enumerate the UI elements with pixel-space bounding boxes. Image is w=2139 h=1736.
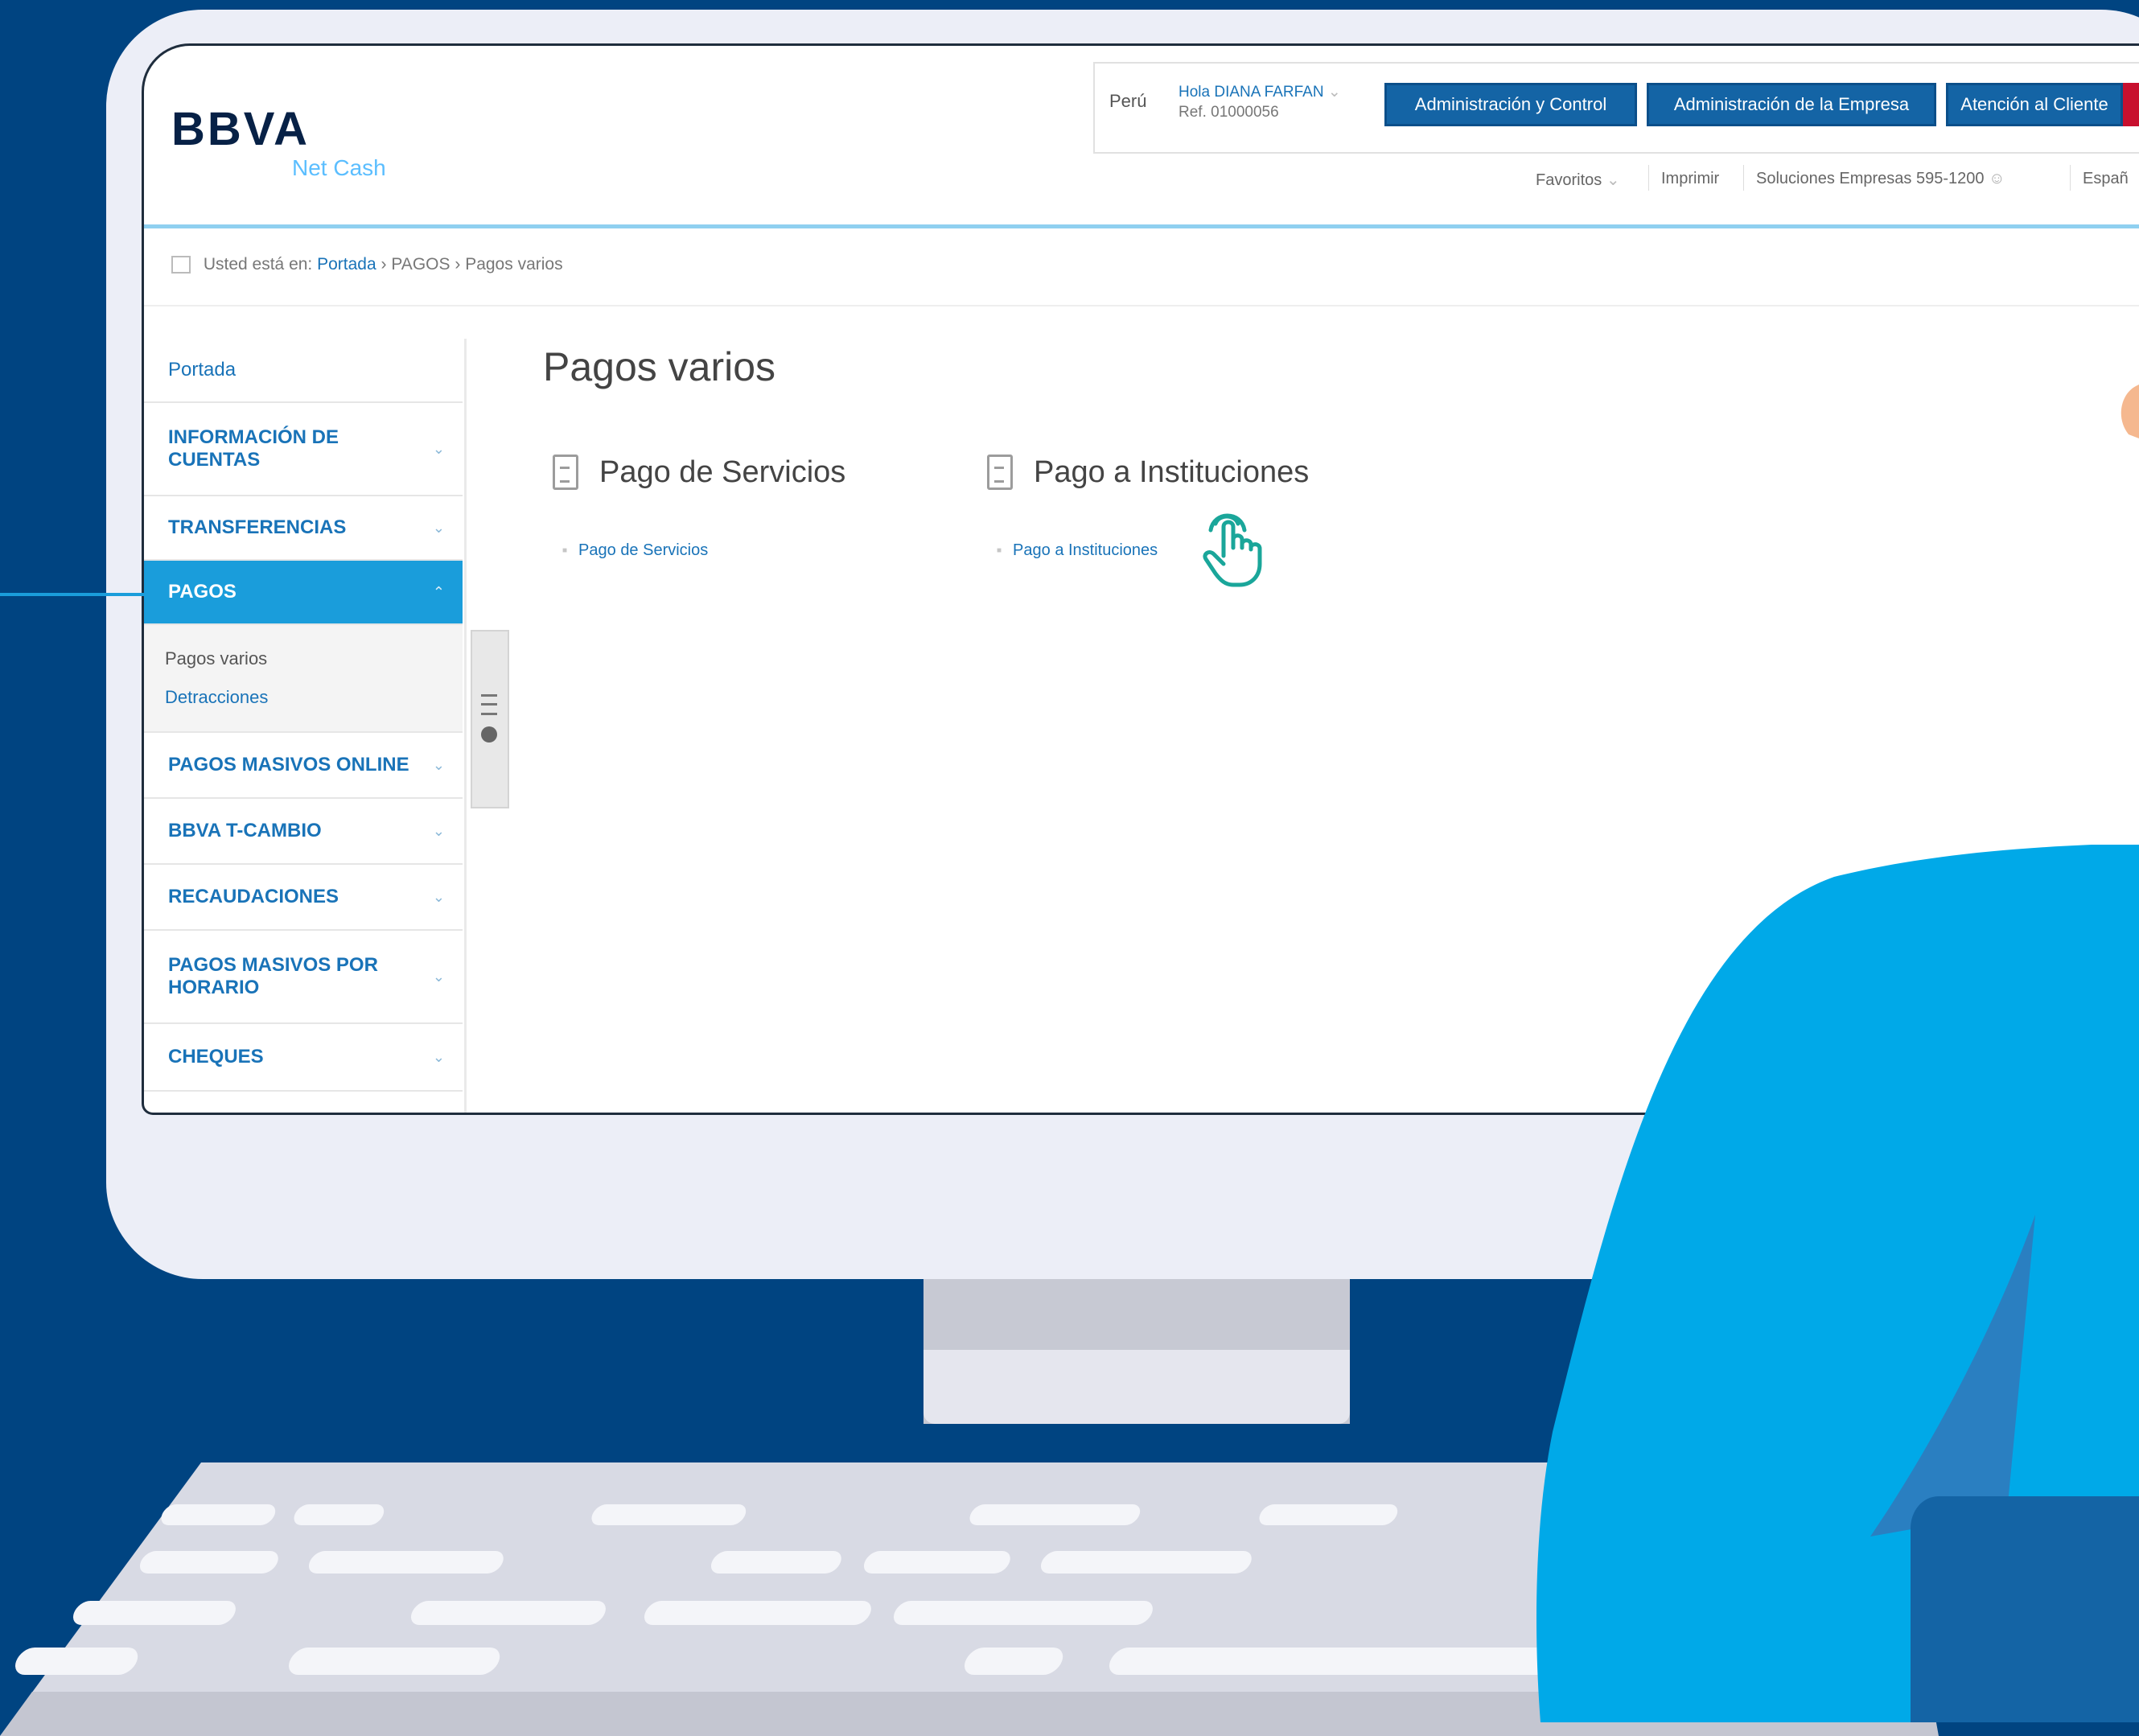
link-pago-servicios[interactable]: Pago de Servicios — [562, 541, 708, 560]
sidebar-item-pagos-masivos-online[interactable]: PAGOS MASIVOS ONLINE ⌄ — [144, 733, 463, 799]
label-line: PAGOS MASIVOS POR — [168, 954, 378, 976]
sidebar-item-informacion-cuentas[interactable]: INFORMACIÓN DE CUENTAS ⌄ — [144, 403, 463, 496]
chevron-down-icon: ⌄ — [432, 440, 445, 457]
section-pago-servicios: Pago de Servicios — [547, 450, 846, 490]
hand-pointer-icon — [1203, 513, 1262, 587]
monitor-stand-base — [923, 1350, 1350, 1424]
user-menu[interactable]: Hola DIANA FARFAN ⌄ — [1179, 83, 1341, 101]
logo-text: BBVA — [171, 103, 311, 155]
sidebar-item-label: RECAUDACIONES — [168, 886, 339, 907]
breadcrumb-prefix: Usted está en: — [203, 255, 313, 274]
chevron-down-icon: ⌄ — [432, 519, 445, 536]
print-link[interactable]: Imprimir — [1661, 170, 1719, 188]
section-title: Pago a Instituciones — [1034, 455, 1310, 489]
sidebar-item-pagos[interactable]: PAGOS ⌃ — [144, 561, 463, 625]
document-icon — [981, 450, 1013, 490]
user-ref: Ref. 01000056 — [1179, 104, 1279, 121]
sidebar-item-label: Portada — [168, 359, 237, 381]
label-line: CUENTAS — [168, 449, 261, 471]
section-title: Pago de Servicios — [599, 455, 846, 489]
chevron-down-icon: ⌄ — [432, 888, 445, 905]
solutions-phone: Soluciones Empresas 595-1200 ☺ — [1756, 170, 2005, 188]
sidebar-item-label: CHEQUES — [168, 1046, 264, 1068]
callout-line — [0, 593, 148, 596]
user-greeting: Hola DIANA FARFAN — [1179, 84, 1324, 101]
submenu-item-detracciones[interactable]: Detracciones — [165, 678, 442, 717]
country-selector[interactable]: Perú — [1109, 91, 1146, 112]
label-line: HORARIO — [168, 977, 260, 998]
sidebar-item-label: PAGOS — [168, 581, 237, 603]
chevron-down-icon: ⌄ — [432, 1048, 445, 1065]
breadcrumb-home-link[interactable]: Portada — [317, 255, 376, 274]
admin-control-button[interactable]: Administración y Control — [1384, 83, 1637, 126]
breadcrumb: Usted está en: Portada › PAGOS › Pagos v… — [171, 255, 563, 274]
home-icon — [171, 256, 191, 274]
chevron-down-icon: ⌄ — [432, 968, 445, 985]
sidebar-item-cheques[interactable]: CHEQUES ⌄ — [144, 1024, 463, 1092]
sidebar-item-pagos-masivos-horario[interactable]: PAGOS MASIVOS POR HORARIO ⌄ — [144, 931, 463, 1024]
chevron-down-icon: ⌄ — [432, 756, 445, 773]
solutions-label: Soluciones Empresas 595-1200 — [1756, 170, 1985, 187]
sidebar-item-portada[interactable]: Portada — [144, 339, 463, 403]
breadcrumb-current: Pagos varios — [465, 255, 563, 274]
chevron-down-icon: ⌄ — [432, 822, 445, 839]
sidebar-item-label: BBVA T-CAMBIO — [168, 820, 322, 841]
menu-icon — [481, 694, 497, 715]
logo-product: Net Cash — [292, 155, 386, 180]
sidebar-nav: Portada INFORMACIÓN DE CUENTAS ⌄ TRANSFE… — [144, 339, 463, 1092]
sidebar-item-label: PAGOS MASIVOS POR HORARIO — [168, 954, 378, 999]
sidebar-item-transferencias[interactable]: TRANSFERENCIAS ⌄ — [144, 496, 463, 561]
sidebar-collapse-handle[interactable] — [471, 630, 509, 808]
breadcrumb-section[interactable]: PAGOS — [391, 255, 450, 274]
info-icon — [481, 726, 497, 743]
link-pago-instituciones[interactable]: Pago a Instituciones — [997, 541, 1158, 560]
sidebar-item-label: INFORMACIÓN DE CUENTAS — [168, 426, 339, 471]
customer-service-button[interactable]: Atención al Cliente — [1946, 83, 2123, 126]
divider — [1743, 165, 1744, 191]
sidebar-item-label: PAGOS MASIVOS ONLINE — [168, 754, 409, 775]
browser-screen: BBVA Net Cash Perú Hola DIANA FARFAN ⌄ R… — [142, 43, 2139, 1115]
submenu-item-pagos-varios[interactable]: Pagos varios — [165, 640, 442, 678]
header-divider — [144, 224, 2139, 228]
sidebar-item-bbva-t-cambio[interactable]: BBVA T-CAMBIO ⌄ — [144, 799, 463, 865]
bbva-logo[interactable]: BBVA Net Cash — [171, 102, 386, 180]
document-icon — [547, 450, 578, 490]
keyboard-illustration — [0, 1462, 1939, 1736]
chevron-up-icon: ⌃ — [432, 583, 445, 600]
breadcrumb-separator: › — [455, 255, 461, 274]
section-pago-instituciones: Pago a Instituciones — [981, 450, 1310, 490]
sidebar-item-label: TRANSFERENCIAS — [168, 516, 347, 538]
favorites-label: Favoritos — [1536, 171, 1602, 189]
user-icon: ☺ — [1989, 170, 2005, 187]
divider — [1648, 165, 1649, 191]
label-line: INFORMACIÓN DE — [168, 426, 339, 448]
page-title: Pagos varios — [543, 344, 776, 389]
divider — [2070, 165, 2071, 191]
favorites-link[interactable]: Favoritos ⌄ — [1536, 170, 1620, 190]
breadcrumb-separator: › — [380, 255, 387, 274]
chevron-down-icon: ⌄ — [1327, 84, 1341, 101]
sidebar-divider — [464, 339, 467, 1113]
sidebar-submenu-pagos: Pagos varios Detracciones — [144, 625, 463, 733]
sidebar-item-recaudaciones[interactable]: RECAUDACIONES ⌄ — [144, 865, 463, 931]
company-admin-button[interactable]: Administración de la Empresa — [1647, 83, 1936, 126]
content-divider — [144, 305, 2139, 306]
red-header-tab[interactable] — [2123, 83, 2139, 126]
chevron-down-icon: ⌄ — [1606, 171, 1620, 189]
language-selector[interactable]: Españ — [2083, 170, 2129, 188]
